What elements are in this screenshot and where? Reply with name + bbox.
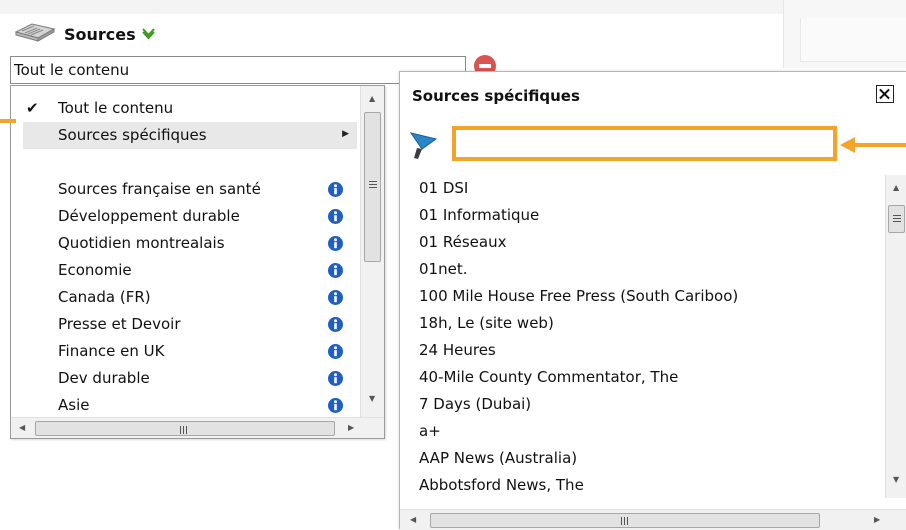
menu-item-label: Canada (FR) — [58, 288, 151, 306]
info-icon[interactable] — [328, 344, 343, 359]
info-icon[interactable] — [328, 209, 343, 224]
menu-item-all-content[interactable]: ✔ Tout le contenu — [11, 95, 357, 122]
checkmark-icon: ✔ — [26, 99, 39, 117]
submenu-arrow-icon: ▶ — [342, 129, 349, 139]
grip-icon — [621, 517, 628, 525]
sources-dropdown-menu[interactable]: ✔ Tout le contenu Sources spécifiques ▶ … — [10, 85, 385, 439]
scroll-right-arrow-icon[interactable]: ▶ — [874, 515, 880, 524]
scroll-up-arrow-icon[interactable]: ▲ — [893, 183, 899, 192]
scroll-left-arrow-icon[interactable]: ◀ — [410, 515, 416, 524]
panel-vertical-scrollbar[interactable]: ▲ ▼ — [885, 175, 906, 498]
grip-icon — [369, 181, 377, 189]
dropdown-horizontal-scrollbar[interactable]: ◀ ▶ — [11, 417, 384, 438]
sources-select[interactable]: Tout le contenu — [10, 56, 466, 84]
menu-item-label: Economie — [58, 261, 132, 279]
menu-item-specific-sources[interactable]: Sources spécifiques ▶ — [23, 122, 357, 149]
scroll-thumb[interactable] — [430, 513, 820, 528]
background-panel-inner — [800, 18, 906, 62]
close-icon[interactable] — [876, 85, 894, 103]
info-icon[interactable] — [328, 398, 343, 413]
scroll-up-arrow-icon[interactable]: ▲ — [369, 94, 375, 103]
source-item[interactable]: a+ — [419, 422, 441, 440]
source-item[interactable]: 01 Réseaux — [419, 233, 506, 251]
menu-item-label: Quotidien montrealais — [58, 234, 225, 252]
info-icon[interactable] — [328, 317, 343, 332]
scroll-thumb[interactable] — [364, 112, 381, 262]
source-item[interactable]: 01 DSI — [419, 179, 468, 197]
dropdown-vertical-scrollbar[interactable]: ▲ ▼ — [360, 86, 384, 418]
source-item[interactable]: 24 Heures — [419, 341, 496, 359]
grip-icon — [180, 423, 188, 437]
source-item[interactable]: 01net. — [419, 260, 467, 278]
scroll-thumb[interactable] — [35, 421, 335, 436]
source-item[interactable]: 100 Mile House Free Press (South Cariboo… — [419, 287, 738, 305]
sources-title: Sources — [64, 24, 136, 44]
menu-item-label: Sources française en santé — [58, 180, 261, 198]
sources-header[interactable]: Sources — [12, 20, 155, 48]
menu-item[interactable]: Canada (FR) — [11, 284, 357, 311]
menu-item-label: Finance en UK — [58, 342, 165, 360]
menu-item[interactable]: Presse et Devoir — [11, 311, 357, 338]
info-icon[interactable] — [328, 182, 343, 197]
menu-item[interactable]: Asie — [11, 392, 357, 418]
menu-item-label: Tout le contenu — [58, 99, 174, 117]
sources-list: 01 DSI 01 Informatique 01 Réseaux 01net.… — [400, 175, 885, 498]
scroll-right-arrow-icon[interactable]: ▶ — [348, 423, 354, 432]
menu-item-label: Sources spécifiques — [58, 126, 207, 144]
filter-icon — [408, 127, 444, 165]
scroll-down-arrow-icon[interactable]: ▼ — [893, 475, 899, 484]
source-item[interactable]: 40-Mile County Commentator, The — [419, 368, 678, 386]
menu-item-label: Presse et Devoir — [58, 315, 181, 333]
callout-line-right — [854, 143, 906, 147]
menu-item[interactable]: Quotidien montrealais — [11, 230, 357, 257]
menu-item-label: Asie — [58, 396, 90, 414]
info-icon[interactable] — [328, 263, 343, 278]
source-item[interactable]: Abbotsford News, The — [419, 476, 584, 494]
panel-horizontal-scrollbar[interactable]: ◀ ▶ — [400, 509, 906, 530]
source-item[interactable]: 01 Informatique — [419, 206, 539, 224]
menu-item-label: Dev durable — [58, 369, 150, 387]
info-icon[interactable] — [328, 371, 343, 386]
menu-item[interactable]: Sources française en santé — [11, 176, 357, 203]
menu-item[interactable]: Développement durable — [11, 203, 357, 230]
source-item[interactable]: 18h, Le (site web) — [419, 314, 554, 332]
info-icon[interactable] — [328, 290, 343, 305]
menu-item[interactable]: Finance en UK — [11, 338, 357, 365]
menu-item[interactable]: Dev durable — [11, 365, 357, 392]
grip-icon — [893, 215, 901, 222]
menu-item-label: Développement durable — [58, 207, 240, 225]
panel-title: Sources spécifiques — [412, 87, 580, 105]
info-icon[interactable] — [328, 236, 343, 251]
scroll-thumb[interactable] — [888, 205, 905, 233]
menu-item[interactable]: Economie — [11, 257, 357, 284]
scroll-down-arrow-icon[interactable]: ▼ — [369, 394, 375, 403]
page-background-strip — [0, 0, 906, 14]
callout-arrow-icon — [840, 137, 855, 153]
source-item[interactable]: 7 Days (Dubai) — [419, 395, 531, 413]
scroll-left-arrow-icon[interactable]: ◀ — [19, 423, 25, 432]
specific-sources-panel: Sources spécifiques 01 DSI 01 Informatiq… — [399, 71, 906, 530]
callout-line-left — [0, 119, 16, 123]
source-item[interactable]: AAP News (Australia) — [419, 449, 577, 467]
dropdown-list: ✔ Tout le contenu Sources spécifiques ▶ … — [11, 86, 359, 418]
newspapers-icon — [12, 20, 58, 48]
chevron-down-icon[interactable] — [141, 27, 155, 42]
source-filter-input[interactable] — [452, 126, 837, 161]
